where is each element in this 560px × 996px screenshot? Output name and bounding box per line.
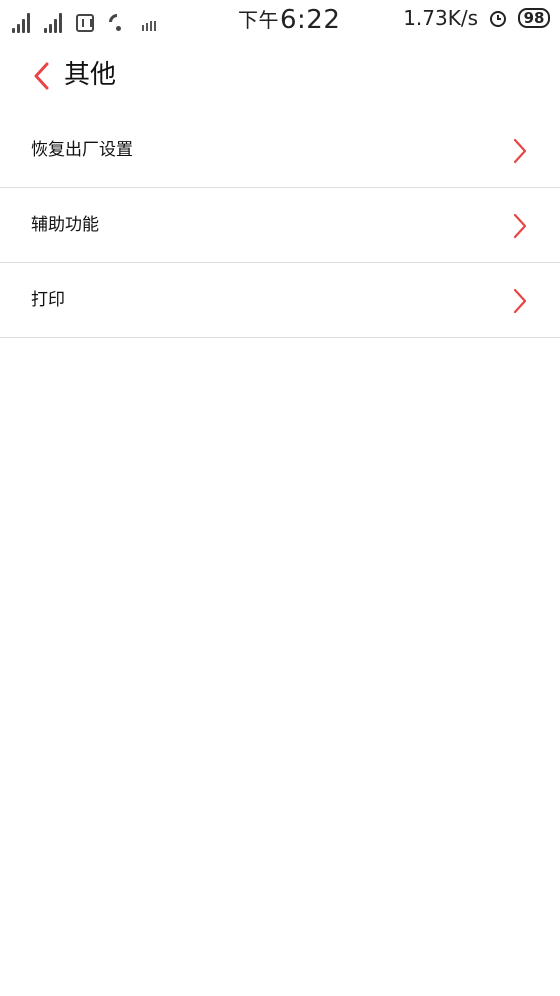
- page-header: 其他: [0, 46, 560, 106]
- back-button[interactable]: [28, 60, 56, 92]
- alarm-icon: [488, 9, 508, 29]
- list-item-label: 辅助功能: [31, 215, 99, 235]
- network-speed: 1.73K/s: [403, 6, 478, 30]
- page-title: 其他: [64, 60, 117, 90]
- chevron-right-icon: [512, 213, 528, 239]
- list-item-accessibility[interactable]: 辅助功能: [0, 188, 560, 263]
- data-activity-icon: [142, 15, 156, 31]
- settings-screen: 下午6:22 1.73K/s 98 其他 恢复出厂设置 辅助功能 打印: [0, 0, 560, 996]
- list-item-factory-reset[interactable]: 恢复出厂设置: [0, 113, 560, 188]
- signal-icon: [12, 11, 30, 33]
- signal-icon: [44, 11, 62, 33]
- list-item-label: 恢复出厂设置: [31, 140, 133, 160]
- status-bar: 下午6:22 1.73K/s 98: [0, 0, 560, 40]
- list-item-print[interactable]: 打印: [0, 263, 560, 338]
- status-time: 下午6:22: [238, 4, 340, 35]
- chevron-right-icon: [512, 138, 528, 164]
- status-right: 1.73K/s 98: [403, 6, 550, 30]
- battery-level: 98: [523, 8, 545, 27]
- chevron-left-icon: [28, 60, 56, 92]
- battery-icon: 98: [518, 8, 550, 28]
- hd-icon: [76, 14, 94, 32]
- chevron-right-icon: [512, 288, 528, 314]
- status-left-icons: [12, 9, 156, 33]
- status-time-ampm: 下午: [238, 8, 279, 32]
- settings-list: 恢复出厂设置 辅助功能 打印: [0, 113, 560, 338]
- wifi-icon: [108, 14, 128, 32]
- status-time-value: 6:22: [280, 5, 341, 35]
- list-item-label: 打印: [31, 290, 65, 310]
